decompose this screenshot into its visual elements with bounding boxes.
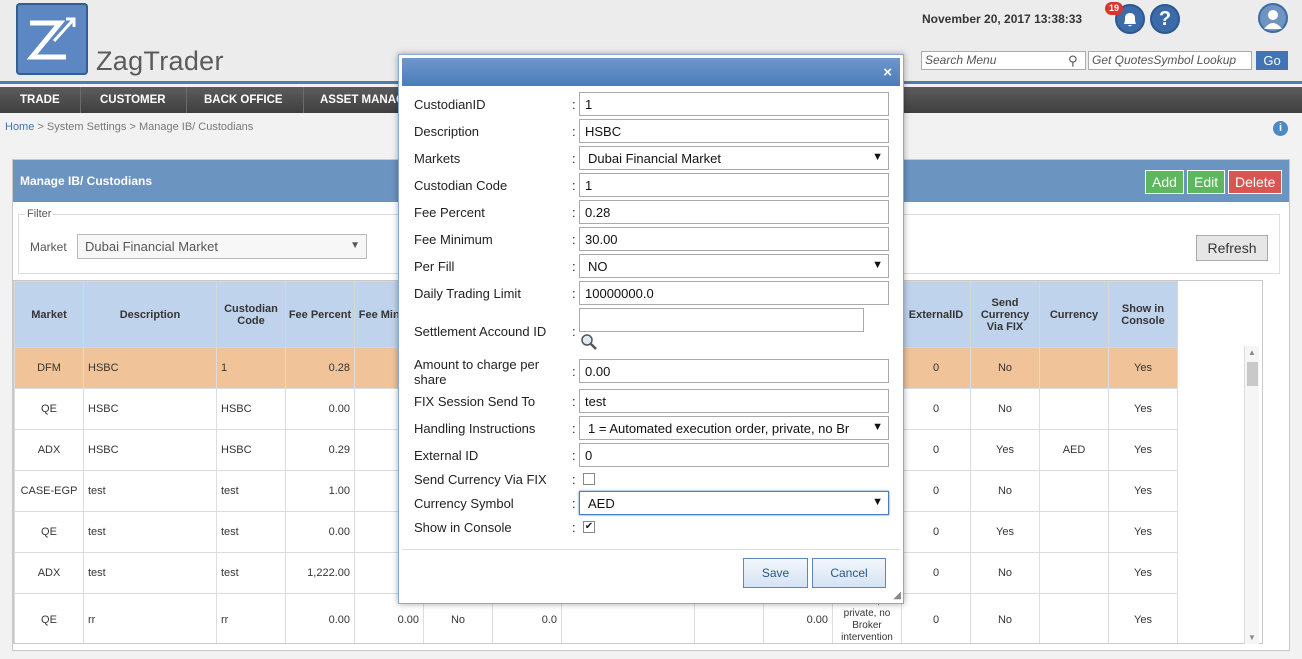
label-custodian-id: CustodianID xyxy=(414,97,486,112)
dialog-titlebar: × xyxy=(402,58,900,86)
send-currency-checkbox[interactable] xyxy=(583,473,595,485)
markets-value: Dubai Financial Market xyxy=(588,151,721,166)
per-fill-value: NO xyxy=(588,259,608,274)
label-fee-percent: Fee Percent xyxy=(414,205,485,220)
label-send-currency: Send Currency Via FIX xyxy=(414,472,547,487)
label-settlement-account: Settlement Accound ID xyxy=(414,324,547,339)
label-handling-instructions: Handling Instructions xyxy=(414,421,536,436)
chevron-down-icon: ▼ xyxy=(870,421,883,433)
save-button[interactable]: Save xyxy=(743,558,808,588)
magnifier-lookup-icon[interactable] xyxy=(579,333,599,351)
label-show-console: Show in Console xyxy=(414,520,512,535)
label-description: Description xyxy=(414,124,480,139)
fee-minimum-field[interactable]: 30.00 xyxy=(579,227,889,251)
chevron-down-icon: ▼ xyxy=(872,151,883,163)
fix-session-field[interactable]: test xyxy=(579,389,889,413)
currency-symbol-value: AED xyxy=(588,496,615,511)
label-markets: Markets xyxy=(414,151,461,166)
close-icon[interactable]: × xyxy=(883,64,892,81)
daily-trading-limit-field[interactable]: 10000000.0 xyxy=(579,281,889,305)
dialog-divider xyxy=(402,549,900,550)
custodian-id-field[interactable]: 1 xyxy=(579,92,889,116)
markets-select[interactable]: Dubai Financial Market ▼ xyxy=(579,146,889,170)
description-field[interactable]: HSBC xyxy=(579,119,889,143)
resize-handle-icon[interactable]: ◢ xyxy=(893,590,901,601)
handling-instructions-select[interactable]: 1 = Automated execution order, private, … xyxy=(579,416,889,440)
label-external-id: External ID xyxy=(414,448,479,463)
cancel-button[interactable]: Cancel xyxy=(812,558,886,588)
chevron-down-icon: ▼ xyxy=(872,259,883,271)
label-fee-minimum: Fee Minimum xyxy=(414,232,493,247)
chevron-down-icon: ▼ xyxy=(872,496,883,508)
edit-custodian-dialog: × CustodianID : 1 Description : HSBC Mar… xyxy=(398,54,904,604)
settlement-account-field[interactable] xyxy=(579,308,864,332)
label-fix-session: FIX Session Send To xyxy=(414,394,536,409)
label-daily-trading-limit: Daily Trading Limit xyxy=(414,286,521,301)
label-currency-symbol: Currency Symbol xyxy=(414,496,514,511)
handling-instructions-value: 1 = Automated execution order, private, … xyxy=(588,421,850,436)
custodian-code-field[interactable]: 1 xyxy=(579,173,889,197)
amount-per-share-field[interactable]: 0.00 xyxy=(579,359,889,383)
external-id-field[interactable]: 0 xyxy=(579,443,889,467)
currency-symbol-select[interactable]: AED ▼ xyxy=(579,491,889,515)
show-console-checkbox[interactable]: ✔ xyxy=(583,521,595,533)
fee-percent-field[interactable]: 0.28 xyxy=(579,200,889,224)
per-fill-select[interactable]: NO ▼ xyxy=(579,254,889,278)
label-custodian-code: Custodian Code xyxy=(414,178,508,193)
label-amount-per-share: Amount to charge per share xyxy=(414,357,540,387)
label-per-fill: Per Fill xyxy=(414,259,455,274)
